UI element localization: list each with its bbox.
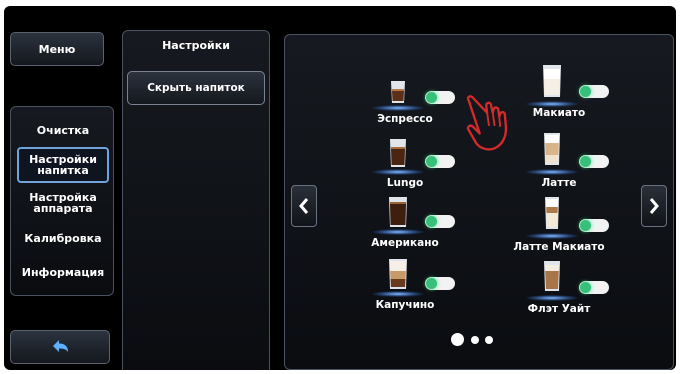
- drink-label: Флэт Уайт: [527, 303, 591, 315]
- drink-label: Макиато: [532, 107, 586, 119]
- cappuccino-glass-icon: [389, 259, 407, 289]
- drink-item-latte-macchiato[interactable]: Латте Макиато: [499, 189, 619, 253]
- drink-toggle[interactable]: [579, 281, 609, 294]
- chevron-right-icon: [649, 198, 659, 214]
- back-button[interactable]: [10, 330, 110, 364]
- nav-item-label: Калибровка: [24, 231, 102, 245]
- drink-label: Латте: [541, 177, 577, 189]
- sidebar-nav: Очистка Настройки напитка Настройка аппа…: [10, 106, 114, 296]
- latte-macchiato-glass-icon: [545, 197, 559, 229]
- nav-item-label: Очистка: [36, 123, 90, 137]
- hide-drink-button[interactable]: Скрыть напиток: [127, 71, 265, 105]
- nav-item-calibration[interactable]: Калибровка: [17, 223, 109, 253]
- drink-toggle[interactable]: [425, 91, 455, 104]
- nav-item-label: Настройка аппарата: [29, 191, 97, 215]
- nav-item-label: Информация: [21, 265, 105, 279]
- nav-item-label: Настройки напитка: [29, 153, 97, 177]
- americano-glass-icon: [389, 197, 407, 227]
- page-dot-active[interactable]: [451, 333, 464, 346]
- drink-item-latte[interactable]: Латте: [499, 125, 619, 189]
- drink-toggle[interactable]: [579, 85, 609, 98]
- drink-label: Американо: [371, 237, 439, 249]
- drink-label: Капучино: [375, 299, 435, 311]
- drink-item-cappuccino[interactable]: Капучино: [345, 255, 465, 319]
- drinks-panel: Эспрессо Lungo Американо Капучино Макиат…: [284, 34, 674, 370]
- nav-item-information[interactable]: Информация: [17, 257, 109, 287]
- drink-toggle[interactable]: [425, 277, 455, 290]
- drink-item-espresso[interactable]: Эспрессо: [345, 69, 465, 133]
- drink-item-americano[interactable]: Американо: [345, 193, 465, 257]
- macchiato-glass-icon: [543, 65, 561, 97]
- nav-item-cleaning[interactable]: Очистка: [17, 115, 109, 145]
- drink-toggle[interactable]: [425, 215, 455, 228]
- prev-page-button[interactable]: [291, 185, 317, 227]
- submenu-panel: Настройки Скрыть напиток: [122, 30, 270, 370]
- drink-toggle[interactable]: [579, 219, 609, 232]
- page-dot[interactable]: [471, 336, 479, 344]
- hand-pointer-icon: [466, 95, 508, 151]
- drink-label: Lungo: [386, 177, 424, 189]
- drink-toggle[interactable]: [425, 155, 455, 168]
- latte-glass-icon: [544, 133, 560, 165]
- back-arrow-icon: [53, 340, 68, 352]
- flat-white-glass-icon: [544, 261, 560, 291]
- nav-item-machine-settings[interactable]: Настройка аппарата: [17, 185, 109, 221]
- lungo-glass-icon: [390, 139, 406, 167]
- menu-button[interactable]: Меню: [10, 32, 104, 66]
- drink-label: Эспрессо: [377, 113, 433, 125]
- next-page-button[interactable]: [641, 185, 667, 227]
- espresso-glass-icon: [391, 81, 405, 103]
- chevron-left-icon: [299, 198, 309, 214]
- drink-item-macchiato[interactable]: Макиато: [499, 57, 619, 121]
- page-dot[interactable]: [485, 336, 493, 344]
- submenu-title[interactable]: Настройки: [123, 39, 269, 52]
- drink-toggle[interactable]: [579, 155, 609, 168]
- drink-item-flat-white[interactable]: Флэт Уайт: [499, 251, 619, 315]
- drink-item-lungo[interactable]: Lungo: [345, 133, 465, 197]
- nav-item-drink-settings[interactable]: Настройки напитка: [17, 147, 109, 183]
- coffee-machine-screen: Меню Очистка Настройки напитка Настройка…: [4, 6, 676, 370]
